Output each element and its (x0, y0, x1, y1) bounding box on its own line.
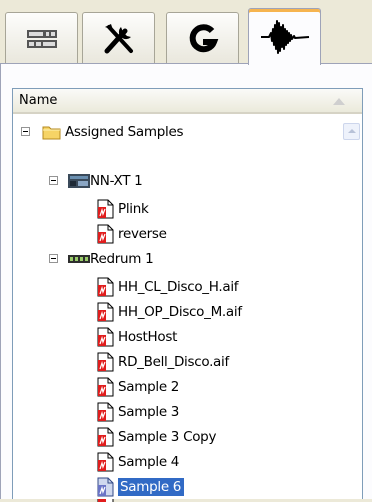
sample-file-icon (97, 377, 114, 397)
sample-item[interactable]: RD_Bell_Disco.aif (96, 351, 229, 373)
sample-item-selected[interactable]: Sample 6 (96, 476, 185, 498)
sample-file-icon (97, 402, 114, 422)
folder-icon (42, 126, 61, 140)
sort-ascending-icon (333, 98, 345, 105)
sample-file-icon (97, 327, 114, 347)
tree-item-assigned-samples[interactable]: Assigned Samples (42, 121, 184, 143)
collapse-toggle-root[interactable] (21, 127, 30, 136)
sample-item-label: reverse (118, 226, 167, 242)
nnxt-device-icon (68, 174, 90, 188)
sample-tree: Name Assigned Samples NN-XT 1 Plink reve… (12, 88, 363, 502)
sample-item-label: Plink (118, 201, 149, 217)
tab-samples[interactable] (248, 8, 321, 65)
sample-item[interactable]: Sample 3 Copy (96, 426, 216, 448)
sample-file-icon (97, 224, 114, 244)
scroll-up-button[interactable] (343, 123, 360, 140)
sample-item[interactable]: reverse (96, 223, 167, 245)
sample-file-icon (97, 452, 114, 472)
sample-item[interactable]: Plink (96, 198, 149, 220)
sample-item-label: HH_CL_Disco_H.aif (118, 279, 239, 295)
sample-file-icon (97, 427, 114, 447)
collapse-toggle-nnxt[interactable] (49, 176, 58, 185)
tree-item-label: NN-XT 1 (90, 173, 143, 189)
column-header[interactable]: Name (13, 89, 362, 114)
column-header-name: Name (19, 93, 58, 108)
sample-file-icon (97, 352, 114, 372)
sample-item-label: Sample 4 (118, 454, 180, 470)
sample-item-label: Sample 6 (118, 478, 185, 496)
sample-item[interactable]: HH_CL_Disco_H.aif (96, 276, 239, 298)
redrum-device-icon (68, 255, 90, 263)
sample-item-label: Sample 2 (118, 379, 180, 395)
sample-file-icon (97, 302, 114, 322)
sample-item-label: HostHost (118, 329, 178, 345)
sample-item[interactable]: HH_OP_Disco_M.aif (96, 301, 242, 323)
rack-icon (26, 29, 57, 48)
sample-file-icon (97, 477, 114, 497)
tab-rack[interactable] (5, 12, 78, 64)
tools-icon (104, 23, 133, 53)
tab-tools[interactable] (82, 12, 155, 64)
sample-item-label: Sample 3 Copy (118, 429, 217, 445)
tree-item-nnxt[interactable]: NN-XT 1 (68, 170, 143, 192)
sample-item[interactable]: Sample 2 (96, 376, 179, 398)
tab-groove[interactable] (166, 12, 239, 64)
sample-item-label: HH_OP_Disco_M.aif (118, 304, 242, 320)
sample-file-icon (97, 277, 114, 297)
waveform-icon (260, 20, 309, 54)
tree-item-label: Assigned Samples (65, 124, 184, 140)
tab-bar (0, 0, 372, 65)
tree-item-redrum[interactable]: Redrum 1 (68, 248, 154, 270)
sample-item[interactable]: Sample 4 (96, 451, 179, 473)
sample-item-label: RD_Bell_Disco.aif (118, 354, 229, 370)
sample-item[interactable]: HostHost (96, 326, 177, 348)
sample-item[interactable]: Sample 3 (96, 401, 179, 423)
sample-item-label: Sample 3 (118, 404, 180, 420)
groove-icon (189, 23, 218, 52)
sample-file-icon (97, 199, 114, 219)
samples-panel: Name Assigned Samples NN-XT 1 Plink reve… (0, 64, 372, 502)
tree-item-label: Redrum 1 (90, 251, 154, 267)
collapse-toggle-redrum[interactable] (49, 254, 58, 263)
